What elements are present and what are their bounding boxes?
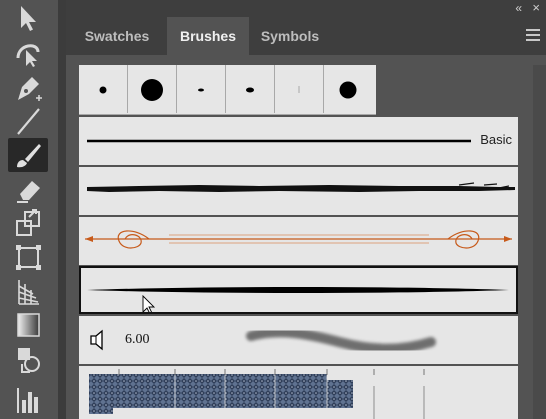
basic-stroke-preview	[87, 139, 471, 143]
pattern-brush-row[interactable]	[79, 366, 518, 419]
scatter-size-value: 6.00	[125, 332, 150, 347]
perspective-grid-icon	[18, 280, 39, 305]
basic-brush-row[interactable]: Basic	[79, 117, 518, 165]
tapered-stroke-preview	[87, 287, 509, 314]
collapse-panel-icon[interactable]: «	[515, 1, 522, 15]
panel-tabs: Swatches Brushes Symbols	[66, 17, 546, 55]
pattern-stroke-preview	[89, 369, 425, 419]
oval-small-icon	[246, 87, 254, 93]
tools-panel	[0, 0, 58, 419]
panel-menu-icon[interactable]	[526, 29, 540, 41]
scatter-brush-row[interactable]: 6.00	[79, 316, 518, 364]
line-segment-icon	[17, 108, 40, 135]
tab-swatches[interactable]: Swatches	[72, 17, 162, 55]
gradient-tool[interactable]	[8, 308, 48, 342]
panel-divider	[58, 0, 66, 419]
hairline-icon	[298, 86, 300, 93]
free-transform-icon	[16, 245, 41, 270]
calligraphic-brush-hairline[interactable]	[275, 65, 324, 113]
eraser-tool[interactable]	[8, 172, 48, 206]
paintbrush-icon	[17, 144, 41, 168]
free-transform-tool[interactable]	[8, 240, 48, 274]
calligraphic-brush-dot-medium[interactable]	[324, 65, 372, 113]
curvature-tool[interactable]	[8, 36, 48, 70]
pen-icon	[18, 77, 42, 101]
perspective-grid-tool[interactable]	[8, 274, 48, 308]
scale-tool[interactable]	[8, 206, 48, 240]
selection-tool[interactable]	[8, 2, 48, 36]
calligraphic-brush-dash-small[interactable]	[177, 65, 226, 113]
scale-icon	[16, 209, 40, 236]
shape-builder-icon	[18, 348, 40, 373]
gradient-icon	[17, 313, 40, 337]
brushes-panel: « × Swatches Brushes Symbols Basic 6.00	[66, 0, 546, 419]
calligraphic-brush-dot-large[interactable]	[128, 65, 177, 113]
shape-builder-tool[interactable]	[8, 342, 48, 376]
tapered-art-brush-row[interactable]	[79, 266, 518, 314]
curvature-icon	[16, 44, 40, 67]
dot-large-icon	[141, 79, 163, 101]
brush-list-scrollbar[interactable]	[533, 65, 546, 419]
charcoal-brush-row[interactable]	[79, 167, 518, 215]
dot-small-icon	[99, 86, 107, 94]
close-panel-icon[interactable]: ×	[532, 0, 540, 15]
tab-symbols[interactable]: Symbols	[252, 17, 328, 55]
selection-arrow-icon	[21, 6, 36, 31]
calligraphic-brush-oval-small[interactable]	[226, 65, 275, 113]
column-graph-icon	[17, 388, 38, 413]
pen-tool[interactable]	[8, 70, 48, 104]
dot-medium-icon	[339, 81, 357, 99]
panel-title-bar: « ×	[66, 0, 546, 17]
brush-library: Basic 6.00	[79, 65, 519, 419]
paintbrush-tool[interactable]	[8, 138, 48, 172]
column-graph-tool[interactable]	[8, 380, 48, 414]
line-tool[interactable]	[8, 104, 48, 138]
ornamental-stroke-preview	[85, 230, 512, 249]
ornamental-art-brush-row[interactable]	[79, 217, 518, 265]
charcoal-stroke-preview	[87, 182, 515, 192]
calligraphic-brush-dot-small[interactable]	[79, 65, 128, 113]
dash-small-icon	[198, 88, 204, 92]
tab-brushes[interactable]: Brushes	[167, 17, 249, 55]
eraser-icon	[17, 181, 40, 203]
calligraphic-brush-row	[79, 65, 376, 115]
basic-brush-label: Basic	[480, 132, 512, 147]
